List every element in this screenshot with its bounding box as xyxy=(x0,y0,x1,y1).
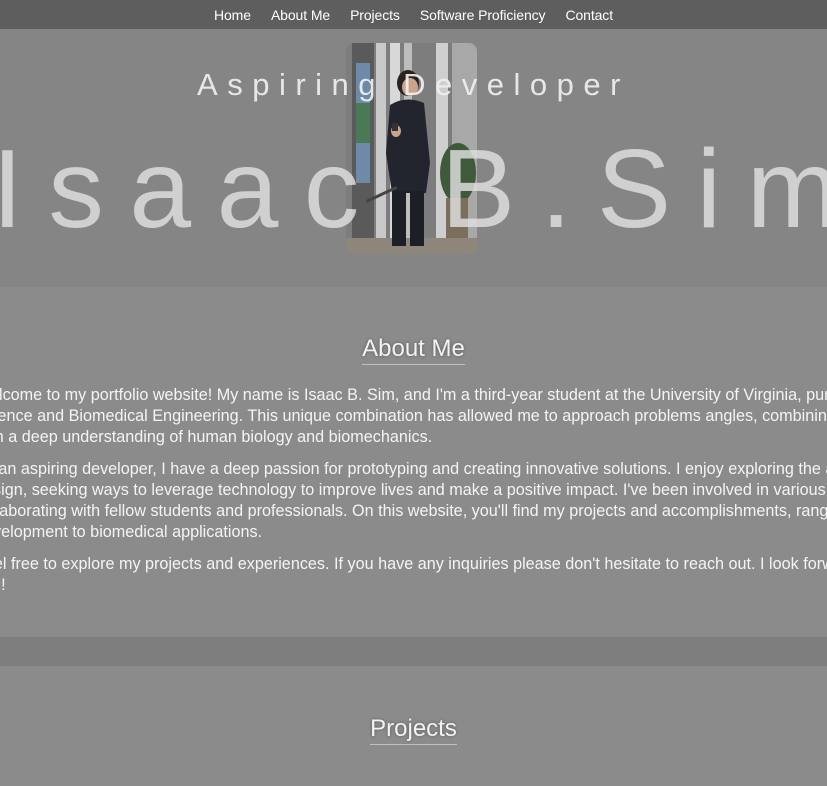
nav-link-about-me[interactable]: About Me xyxy=(271,7,330,23)
nav-link-projects[interactable]: Projects xyxy=(350,7,400,23)
hero-section: Aspiring Developer Isaac B.Sim xyxy=(0,29,827,287)
nav-link-contact[interactable]: Contact xyxy=(565,7,613,23)
about-heading: About Me xyxy=(0,335,827,365)
projects-section: Projects xyxy=(0,666,827,786)
section-divider xyxy=(0,638,827,666)
hero-subtitle: Aspiring Developer xyxy=(197,67,630,102)
projects-heading-text: Projects xyxy=(370,715,457,745)
about-paragraph: Welcome to my portfolio website! My name… xyxy=(0,386,827,446)
nav-link-home[interactable]: Home xyxy=(214,7,251,23)
about-text: Welcome to my portfolio website! My name… xyxy=(0,385,827,607)
about-paragraph: As an aspiring developer, I have a deep … xyxy=(0,460,827,541)
about-heading-text: About Me xyxy=(362,335,465,365)
hero-name: Isaac B.Sim xyxy=(0,127,827,251)
top-navbar: Home About Me Projects Software Proficie… xyxy=(0,0,827,29)
about-paragraph: Feel free to explore my projects and exp… xyxy=(0,555,827,594)
nav-link-software-proficiency[interactable]: Software Proficiency xyxy=(420,7,546,23)
about-section: About Me Welcome to my portfolio website… xyxy=(0,287,827,638)
projects-heading: Projects xyxy=(0,715,827,745)
